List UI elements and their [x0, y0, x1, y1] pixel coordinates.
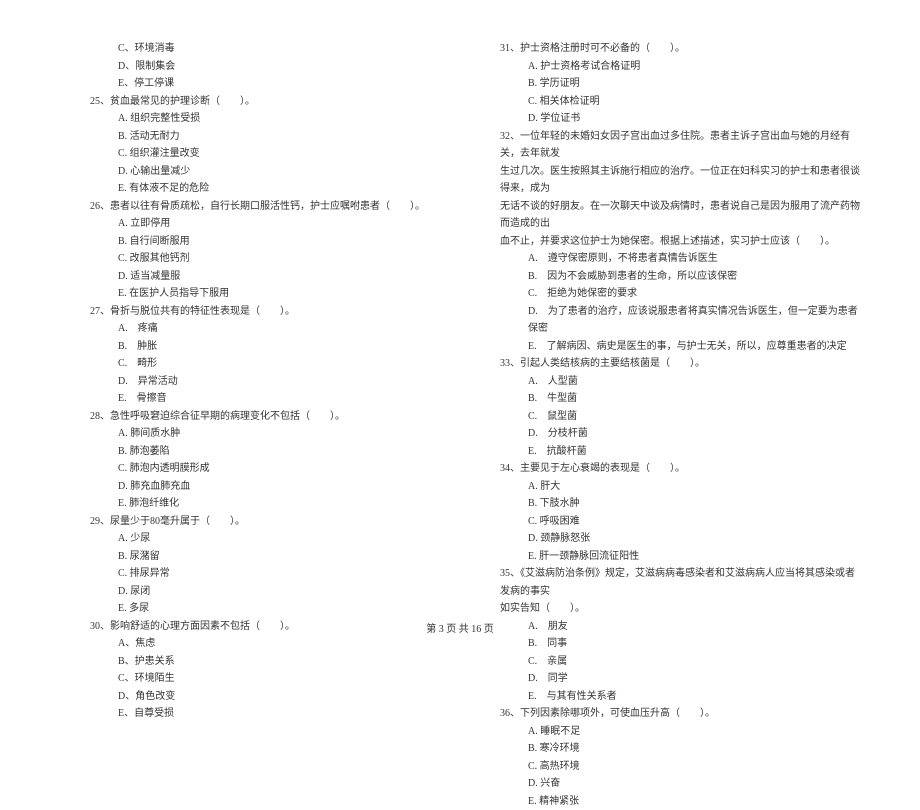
option-text: B. 活动无耐力 — [90, 128, 450, 146]
option-text: C. 肺泡内透明膜形成 — [90, 460, 450, 478]
option-text: C. 改服其他钙剂 — [90, 250, 450, 268]
option-text: C. 畸形 — [90, 355, 450, 373]
option-text: A. 护士资格考试合格证明 — [500, 58, 860, 76]
option-text: B. 尿潴留 — [90, 548, 450, 566]
option-text: D、角色改变 — [90, 688, 450, 706]
question-text: 如实告知（ ）。 — [500, 600, 860, 618]
option-text: B. 因为不会威胁到患者的生命，所以应该保密 — [500, 268, 860, 286]
option-text: E. 有体液不足的危险 — [90, 180, 450, 198]
option-text: A. 少尿 — [90, 530, 450, 548]
option-text: D. 同学 — [500, 670, 860, 688]
option-text: A. 遵守保密原则，不将患者真情告诉医生 — [500, 250, 860, 268]
option-text: D. 兴奋 — [500, 775, 860, 793]
question-text: 生过几次。医生按照其主诉施行相应的治疗。一位正在妇科实习的护士和患者很谈得来，成… — [500, 163, 860, 198]
option-text: C. 拒绝为她保密的要求 — [500, 285, 860, 303]
option-text: C. 呼吸困难 — [500, 513, 860, 531]
question-text: 35、《艾滋病防治条例》规定，艾滋病病毒感染者和艾滋病病人应当将其感染或者发病的… — [500, 565, 860, 600]
option-text: E. 了解病因、病史是医生的事，与护士无关，所以，应尊重患者的决定 — [500, 338, 860, 356]
option-text: E. 肝一颈静脉回流征阳性 — [500, 548, 860, 566]
option-text: E. 抗酸杆菌 — [500, 443, 860, 461]
option-text: E. 精神紧张 — [500, 793, 860, 810]
option-text: C、环境陌生 — [90, 670, 450, 688]
option-text: D. 分枝杆菌 — [500, 425, 860, 443]
left-column: C、环境消毒 D、限制集会 E、停工停课 25、贫血最常见的护理诊断（ ）。 A… — [90, 40, 450, 810]
option-text: E、停工停课 — [90, 75, 450, 93]
option-text: D. 尿闭 — [90, 583, 450, 601]
option-text: C、环境消毒 — [90, 40, 450, 58]
option-text: B. 自行间断服用 — [90, 233, 450, 251]
option-text: A. 人型菌 — [500, 373, 860, 391]
question-text: 血不止，并要求这位护士为她保密。根据上述描述，实习护士应该（ ）。 — [500, 233, 860, 251]
option-text: E. 肺泡纤维化 — [90, 495, 450, 513]
option-text: E. 与其有性关系者 — [500, 688, 860, 706]
question-text: 32、一位年轻的未婚妇女因子宫出血过多住院。患者主诉子宫出血与她的月经有关，去年… — [500, 128, 860, 163]
question-text: 26、患者以往有骨质疏松，自行长期口服活性钙，护士应嘱咐患者（ ）。 — [90, 198, 450, 216]
question-text: 无话不谈的好朋友。在一次聊天中谈及病情时，患者说自己是因为服用了流产药物而造成的… — [500, 198, 860, 233]
option-text: B. 寒冷环境 — [500, 740, 860, 758]
question-text: 36、下列因素除哪项外，可使血压升高（ ）。 — [500, 705, 860, 723]
question-text: 28、急性呼吸窘迫综合征早期的病理变化不包括（ ）。 — [90, 408, 450, 426]
option-text: B. 学历证明 — [500, 75, 860, 93]
option-text: D. 颈静脉怒张 — [500, 530, 860, 548]
document-columns: C、环境消毒 D、限制集会 E、停工停课 25、贫血最常见的护理诊断（ ）。 A… — [90, 40, 860, 810]
option-text: D. 学位证书 — [500, 110, 860, 128]
right-column: 31、护士资格注册时可不必备的（ ）。 A. 护士资格考试合格证明 B. 学历证… — [500, 40, 860, 810]
option-text: D. 心输出量减少 — [90, 163, 450, 181]
option-text: D. 适当减量服 — [90, 268, 450, 286]
option-text: C. 相关体检证明 — [500, 93, 860, 111]
question-text: 33、引起人类结核病的主要结核菌是（ ）。 — [500, 355, 860, 373]
option-text: E、自尊受损 — [90, 705, 450, 723]
option-text: D. 肺充血肺充血 — [90, 478, 450, 496]
option-text: A. 肺间质水肿 — [90, 425, 450, 443]
option-text: B、护患关系 — [90, 653, 450, 671]
option-text: E. 多尿 — [90, 600, 450, 618]
option-text: E. 在医护人员指导下服用 — [90, 285, 450, 303]
option-text: C. 高热环境 — [500, 758, 860, 776]
option-text: A. 睡眠不足 — [500, 723, 860, 741]
option-text: A. 组织完整性受损 — [90, 110, 450, 128]
option-text: A. 肝大 — [500, 478, 860, 496]
option-text: A. 立即停用 — [90, 215, 450, 233]
option-text: E. 骨擦音 — [90, 390, 450, 408]
question-text: 29、尿量少于80毫升属于（ ）。 — [90, 513, 450, 531]
option-text: A. 疼痛 — [90, 320, 450, 338]
option-text: C. 亲属 — [500, 653, 860, 671]
question-text: 25、贫血最常见的护理诊断（ ）。 — [90, 93, 450, 111]
option-text: D、限制集会 — [90, 58, 450, 76]
option-text: C. 鼠型菌 — [500, 408, 860, 426]
option-text: D. 为了患者的治疗，应该说服患者将真实情况告诉医生，但一定要为患者保密 — [500, 303, 860, 338]
question-text: 27、骨折与脱位共有的特征性表现是（ ）。 — [90, 303, 450, 321]
page-footer: 第 3 页 共 16 页 — [0, 620, 920, 635]
question-text: 34、主要见于左心衰竭的表现是（ ）。 — [500, 460, 860, 478]
option-text: B. 下肢水肿 — [500, 495, 860, 513]
option-text: C. 组织灌注量改变 — [90, 145, 450, 163]
question-text: 31、护士资格注册时可不必备的（ ）。 — [500, 40, 860, 58]
option-text: D. 异常活动 — [90, 373, 450, 391]
option-text: B. 肺泡萎陷 — [90, 443, 450, 461]
option-text: B. 牛型菌 — [500, 390, 860, 408]
option-text: B. 肿胀 — [90, 338, 450, 356]
option-text: C. 排尿异常 — [90, 565, 450, 583]
